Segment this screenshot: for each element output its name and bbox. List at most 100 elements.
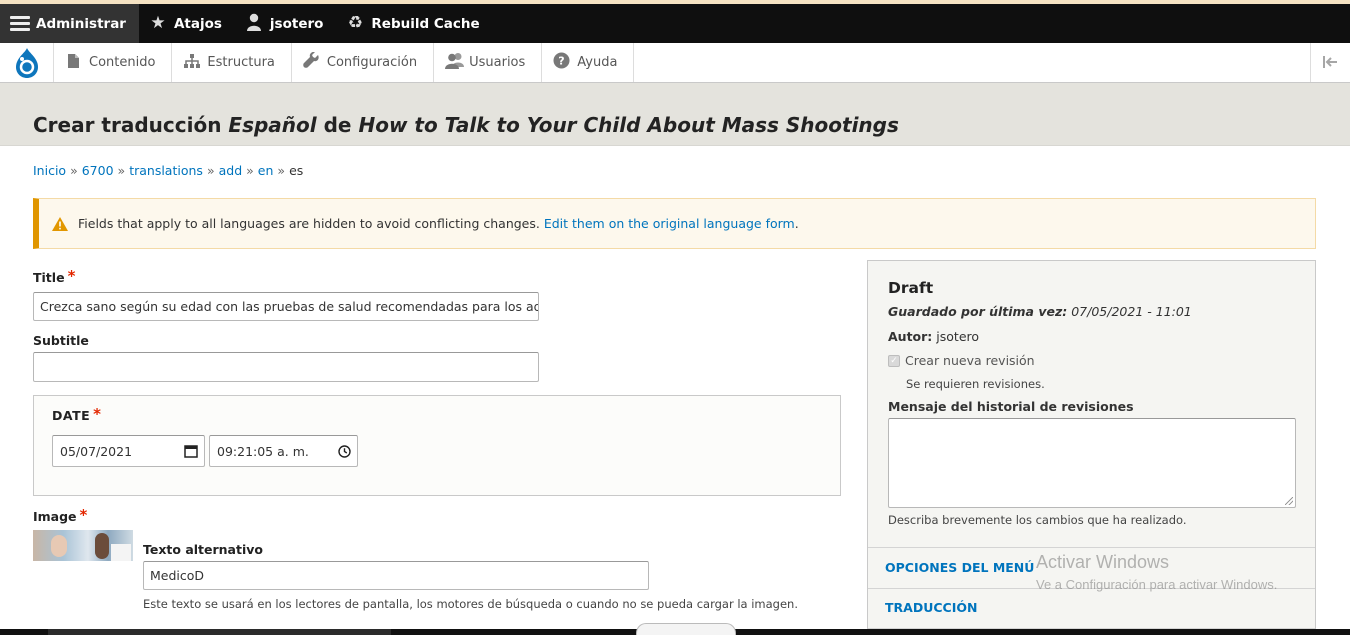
clock-icon[interactable] [338, 444, 351, 458]
required-marker: * [79, 506, 88, 524]
partial-button[interactable] [636, 623, 736, 635]
title-label-text: Title [33, 270, 65, 285]
page-icon [65, 53, 81, 73]
title-connector: de [323, 113, 352, 137]
breadcrumb-link[interactable]: en [258, 163, 274, 178]
tray-item-configuracion[interactable]: Configuración [292, 43, 435, 82]
tray-item-label: Usuarios [469, 55, 526, 70]
breadcrumb-link[interactable]: translations [129, 163, 203, 178]
shortcuts-button[interactable]: ★ Atajos [139, 4, 235, 43]
last-saved: Guardado por última vez: 07/05/2021 - 11… [888, 304, 1192, 319]
breadcrumb-link[interactable]: 6700 [82, 163, 114, 178]
tray-item-ayuda[interactable]: ? Ayuda [542, 43, 635, 82]
recycle-icon: ♻ [347, 13, 364, 33]
breadcrumb-link[interactable]: Inicio [33, 163, 66, 178]
warning-tail: . [794, 216, 799, 231]
breadcrumb-link[interactable]: add [219, 163, 243, 178]
image-label: Image * [33, 506, 88, 527]
thumbnail-coat [111, 544, 131, 561]
original-language-form-link[interactable]: Edit them on the original language form [544, 216, 795, 231]
calendar-icon[interactable] [184, 444, 198, 458]
alt-text-input[interactable]: MedicoD [143, 561, 649, 590]
admin-tray: Contenido Estructura Configuración Usuar… [0, 43, 1350, 83]
user-icon [245, 13, 263, 35]
breadcrumb-separator: » [246, 163, 254, 178]
user-label: jsotero [269, 15, 324, 32]
collapse-arrow-icon [1322, 54, 1339, 72]
admin-menu-label: Administrar [36, 15, 126, 32]
breadcrumb-current: es [289, 163, 304, 178]
author: Autor: jsotero [888, 329, 979, 344]
subtitle-input[interactable] [33, 352, 539, 382]
bottom-bar-segment [48, 629, 391, 635]
tray-item-contenido[interactable]: Contenido [54, 43, 173, 82]
title-prefix: Crear traducción [33, 113, 222, 137]
revision-required-note: Se requieren revisiones. [906, 377, 1045, 391]
breadcrumb: Inicio» 6700» translations» add» en» es [33, 163, 303, 178]
image-thumbnail [33, 530, 133, 561]
moderation-status: Draft [888, 279, 934, 297]
collapse-tray-button[interactable] [1310, 43, 1350, 82]
help-icon: ? [553, 52, 570, 73]
resize-handle[interactable] [1285, 497, 1293, 505]
date-input-value: 05/07/2021 [60, 443, 133, 459]
date-label-text: DATE [52, 408, 91, 423]
revision-log-label: Mensaje del historial de revisiones [888, 399, 1134, 414]
bottom-bar [0, 623, 1350, 635]
user-button[interactable]: jsotero [235, 4, 336, 43]
author-value: jsotero [936, 329, 980, 344]
warning-text: Fields that apply to all languages are h… [78, 216, 540, 231]
date-fieldset: DATE * 05/07/2021 09:21:05 a. m. [33, 395, 841, 496]
star-icon: ★ [150, 13, 166, 33]
svg-text:?: ? [559, 55, 565, 68]
rebuild-cache-label: Rebuild Cache [371, 15, 480, 32]
breadcrumb-separator: » [277, 163, 286, 178]
drupal-drop-icon [15, 47, 38, 78]
date-input[interactable]: 05/07/2021 [52, 435, 205, 467]
shortcuts-label: Atajos [173, 15, 222, 32]
breadcrumb-separator: » [206, 163, 215, 178]
admin-toolbar: Administrar ★ Atajos jsotero ♻ Rebuild C… [0, 0, 1350, 43]
page-header: Crear traducción Español de How to Talk … [0, 83, 1350, 146]
tray-item-label: Ayuda [577, 55, 618, 70]
author-label: Autor: [888, 329, 933, 344]
sitemap-icon [183, 53, 201, 73]
translation-toggle[interactable]: TRADUCCIÓN [885, 600, 977, 615]
revision-log-textarea[interactable] [888, 418, 1296, 508]
tray-item-label: Contenido [89, 55, 156, 70]
last-saved-value: 07/05/2021 - 11:01 [1071, 304, 1192, 319]
rebuild-cache-button[interactable]: ♻ Rebuild Cache [336, 4, 492, 43]
alt-text-label: Texto alternativo [143, 542, 263, 557]
revision-log-help: Describa brevemente los cambios que ha r… [888, 513, 1187, 527]
new-revision-checkbox[interactable]: ✓ [888, 354, 900, 367]
alt-text-help: Este texto se usará en los lectores de p… [143, 597, 798, 611]
watermark-subtitle: Ve a Configuración para activar Windows. [1036, 577, 1278, 592]
title-input-value: Crezca sano según su edad con las prueba… [40, 299, 539, 314]
divider [868, 547, 1315, 548]
required-marker: * [67, 267, 76, 285]
menu-options-toggle[interactable]: OPCIONES DEL MENÚ [885, 560, 1034, 575]
wrench-icon [303, 51, 319, 73]
date-label: DATE * [52, 405, 102, 426]
time-input[interactable]: 09:21:05 a. m. [209, 435, 358, 467]
title-node: How to Talk to Your Child About Mass Sho… [358, 113, 899, 137]
warning-icon [52, 216, 68, 231]
warning-message: Fields that apply to all languages are h… [33, 198, 1316, 249]
new-revision-option: ✓ Crear nueva revisión [888, 353, 1035, 368]
tray-item-usuarios[interactable]: Usuarios [434, 43, 543, 82]
new-revision-label: Crear nueva revisión [905, 353, 1035, 368]
title-language: Español [228, 113, 317, 137]
admin-menu-button[interactable]: Administrar [0, 4, 139, 43]
tray-item-estructura[interactable]: Estructura [172, 43, 292, 82]
users-icon [445, 52, 465, 73]
subtitle-label: Subtitle [33, 333, 89, 348]
title-label: Title * [33, 267, 76, 288]
breadcrumb-separator: » [117, 163, 126, 178]
required-marker: * [93, 405, 102, 423]
breadcrumb-separator: » [70, 163, 78, 178]
alt-text-value: MedicoD [150, 568, 205, 583]
title-input[interactable]: Crezca sano según su edad con las prueba… [33, 292, 539, 321]
watermark-title: Activar Windows [1036, 552, 1170, 572]
drupal-logo[interactable] [0, 43, 54, 82]
thumbnail-person [95, 533, 109, 559]
